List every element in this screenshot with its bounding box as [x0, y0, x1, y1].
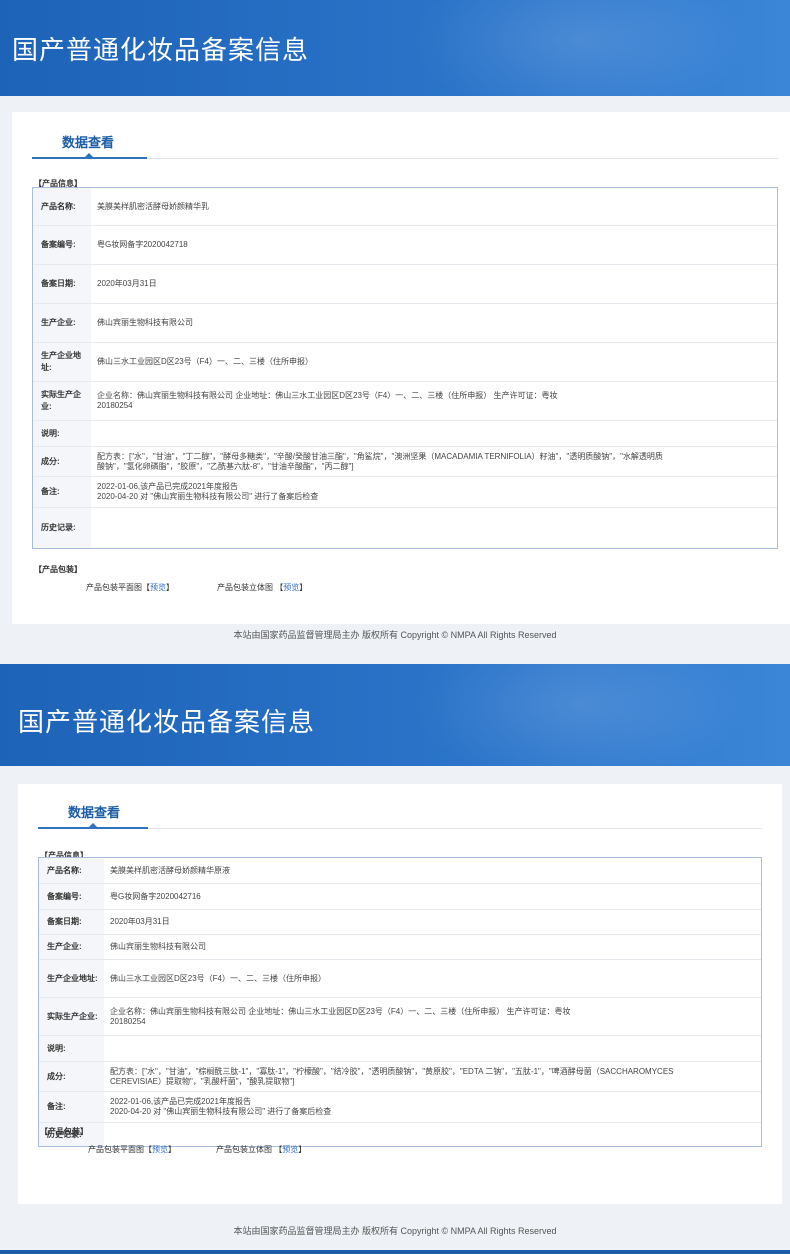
table-row-ingredients: 成分: 配方表：["水"，"甘油"，"丁二醇"，"酵母多糖类"，"辛酸/癸酸甘油… [33, 447, 777, 477]
row-label: 实际生产企业: [33, 382, 91, 420]
table-row-history: 历史记录: [33, 508, 777, 548]
row-label: 成分: [39, 1062, 104, 1091]
table-row-remarks: 备注: 2022-01-06,该产品已完成2021年度报告 2020-04-20… [33, 477, 777, 508]
row-value: 佛山三水工业园区D区23号（F4）一、二、三楼（住所申报） [110, 973, 327, 983]
row-label: 备案编号: [39, 884, 104, 909]
table-row-record-date: 备案日期: 2020年03月31日 [39, 910, 761, 935]
row-value: 2020年03月31日 [97, 279, 157, 288]
table-row-history: 历史记录: [39, 1123, 761, 1146]
row-value: 粤G妆网备字2020042716 [110, 891, 201, 901]
row-value: 佛山宾丽生物科技有限公司 [97, 318, 193, 327]
table-row-ingredients: 成分: 配方表：["水"，"甘油"，"棕榈酰三肽-1"，"寡肽-1"，"柠檬酸"… [39, 1062, 761, 1092]
row-label: 备注: [39, 1092, 104, 1122]
row-label: 生产企业地址: [39, 960, 104, 997]
row-value [104, 1036, 761, 1061]
row-label: 生产企业地址: [33, 343, 91, 381]
table-row-actual-manufacturer: 实际生产企业: 企业名称：佛山宾丽生物科技有限公司 企业地址：佛山三水工业园区D… [33, 382, 777, 421]
row-value: 2022-01-06,该产品已完成2021年度报告 2020-04-20 对 "… [110, 1097, 332, 1116]
preview-3d-link[interactable]: 预览 [283, 583, 299, 592]
packaging-3d-label: 产品包装立体图 [216, 1145, 272, 1154]
content-panel: 数据查看 【产品信息】 产品名称: 美膜美样肌密活酵母娇颜精华乳 备案编号: 粤… [12, 112, 790, 624]
row-value [91, 508, 777, 548]
row-value: 配方表：["水"，"甘油"，"丁二醇"，"酵母多糖类"，"辛酸/癸酸甘油三酯"，… [97, 451, 663, 471]
row-value: 配方表：["水"，"甘油"，"棕榈酰三肽-1"，"寡肽-1"，"柠檬酸"，"结冷… [110, 1066, 674, 1086]
row-value [91, 421, 777, 446]
packaging-flat-label: 产品包装平面图 [88, 1145, 144, 1154]
preview-flat-link[interactable]: 预览 [150, 583, 166, 592]
packaging-3d-label: 产品包装立体图 [217, 583, 273, 592]
table-row-record-number: 备案编号: 粤G妆网备字2020042718 [33, 226, 777, 265]
row-value: 企业名称：佛山宾丽生物科技有限公司 企业地址：佛山三水工业园区D区23号（F4）… [110, 1006, 571, 1026]
record-page-1: 国产普通化妆品备案信息 数据查看 【产品信息】 产品名称: 美膜美样肌密活酵母娇… [0, 0, 790, 652]
row-value: 2022-01-06,该产品已完成2021年度报告 2020-04-20 对 "… [97, 482, 319, 501]
row-label: 历史记录: [33, 508, 91, 548]
row-value: 佛山宾丽生物科技有限公司 [110, 942, 206, 951]
table-row-remarks: 备注: 2022-01-06,该产品已完成2021年度报告 2020-04-20… [39, 1092, 761, 1123]
row-value: 美膜美样肌密活酵母娇颜精华原液 [110, 865, 230, 875]
record-page-2: 国产普通化妆品备案信息 数据查看 【产品信息】 产品名称: 美膜美样肌密活酵母娇… [0, 664, 790, 1254]
row-label: 备案日期: [39, 910, 104, 934]
footer-copyright: 本站由国家药品监督管理局主办 版权所有 Copyright © NMPA All… [233, 1226, 557, 1236]
preview-3d-link[interactable]: 预览 [282, 1145, 298, 1154]
table-row-manufacturer: 生产企业: 佛山宾丽生物科技有限公司 [39, 935, 761, 960]
row-label: 实际生产企业: [39, 998, 104, 1035]
page-banner: 国产普通化妆品备案信息 [0, 0, 790, 96]
packaging-flat-item: 产品包装平面图【预览】 [86, 583, 174, 592]
content-panel: 数据查看 【产品信息】 产品名称: 美膜美样肌密活酵母娇颜精华原液 备案编号: … [18, 784, 782, 1204]
table-row-record-number: 备案编号: 粤G妆网备字2020042716 [39, 884, 761, 910]
row-label: 生产企业: [39, 935, 104, 959]
section-title-packaging: 【产品包装】 [34, 565, 82, 574]
row-value: 佛山三水工业园区D区23号（F4）一、二、三楼（住所申报） [97, 357, 314, 366]
tab-caret-icon [89, 823, 97, 827]
preview-flat-link[interactable]: 预览 [152, 1145, 168, 1154]
bottom-accent-bar [0, 1250, 790, 1254]
page-banner: 国产普通化妆品备案信息 [0, 664, 790, 766]
table-row-description: 说明: [33, 421, 777, 447]
row-value: 2020年03月31日 [110, 917, 170, 926]
footer-copyright: 本站由国家药品监督管理局主办 版权所有 Copyright © NMPA All… [233, 630, 557, 640]
section-title-packaging: 【产品包装】 [40, 1127, 88, 1136]
tab-data-view[interactable]: 数据查看 [68, 802, 120, 821]
table-row-manufacturer-address: 生产企业地址: 佛山三水工业园区D区23号（F4）一、二、三楼（住所申报） [39, 960, 761, 998]
row-label: 备案编号: [33, 226, 91, 264]
table-row-description: 说明: [39, 1036, 761, 1062]
row-value: 美膜美样肌密活酵母娇颜精华乳 [97, 201, 209, 211]
row-value: 粤G妆网备字2020042718 [97, 240, 188, 249]
banner-title: 国产普通化妆品备案信息 [18, 708, 316, 738]
table-row-product-name: 产品名称: 美膜美样肌密活酵母娇颜精华乳 [33, 188, 777, 226]
tab-data-view[interactable]: 数据查看 [62, 132, 114, 151]
packaging-3d-item: 产品包装立体图 【预览】 [216, 1145, 307, 1154]
row-label: 备案日期: [33, 265, 91, 303]
row-label: 产品名称: [33, 188, 91, 225]
row-label: 成分: [33, 447, 91, 476]
row-value: 企业名称：佛山宾丽生物科技有限公司 企业地址：佛山三水工业园区D区23号（F4）… [97, 391, 558, 410]
table-row-record-date: 备案日期: 2020年03月31日 [33, 265, 777, 304]
packaging-3d-item: 产品包装立体图 【预览】 [217, 583, 308, 592]
product-info-table: 产品名称: 美膜美样肌密活酵母娇颜精华乳 备案编号: 粤G妆网备字2020042… [32, 187, 778, 549]
tab-caret-icon [85, 153, 93, 157]
tab-active-underline [38, 827, 148, 829]
row-label: 说明: [33, 421, 91, 446]
packaging-flat-item: 产品包装平面图【预览】 [88, 1145, 176, 1154]
banner-title: 国产普通化妆品备案信息 [12, 36, 310, 66]
row-label: 产品名称: [39, 858, 104, 883]
table-row-manufacturer: 生产企业: 佛山宾丽生物科技有限公司 [33, 304, 777, 343]
row-label: 生产企业: [33, 304, 91, 342]
product-info-table: 产品名称: 美膜美样肌密活酵母娇颜精华原液 备案编号: 粤G妆网备字202004… [38, 857, 762, 1147]
table-row-manufacturer-address: 生产企业地址: 佛山三水工业园区D区23号（F4）一、二、三楼（住所申报） [33, 343, 777, 382]
row-value [104, 1123, 761, 1146]
row-label: 说明: [39, 1036, 104, 1061]
table-row-product-name: 产品名称: 美膜美样肌密活酵母娇颜精华原液 [39, 858, 761, 884]
row-label: 备注: [33, 477, 91, 507]
packaging-flat-label: 产品包装平面图 [86, 583, 142, 592]
tab-active-underline [32, 157, 147, 159]
table-row-actual-manufacturer: 实际生产企业: 企业名称：佛山宾丽生物科技有限公司 企业地址：佛山三水工业园区D… [39, 998, 761, 1036]
